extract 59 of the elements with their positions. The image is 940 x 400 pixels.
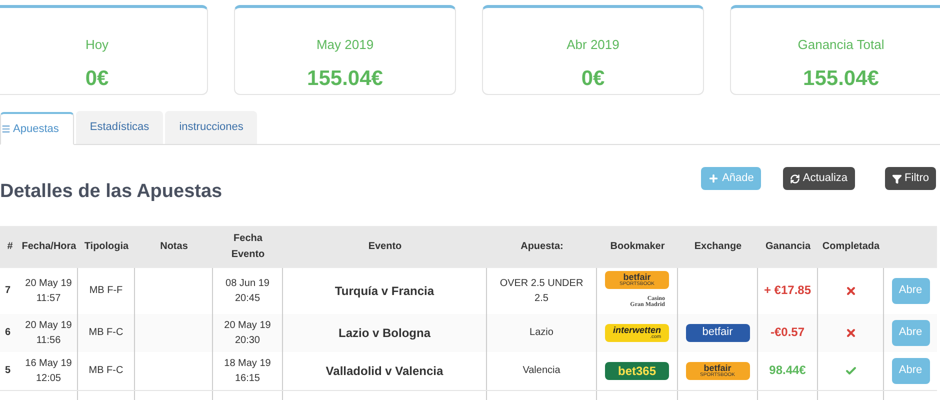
table-cell-text: Valencia [522, 364, 560, 378]
profit-amount: + €17.85 [764, 283, 812, 298]
refresh-button[interactable]: Actualiza [782, 167, 855, 190]
cross-icon [844, 284, 856, 296]
bookmaker-logo: bet365 [605, 362, 669, 380]
column-header: Bookmaker [610, 240, 665, 254]
column-header: Evento [368, 240, 402, 254]
card-label: Abr 2019 [566, 36, 620, 54]
table-cell-text: 16 May 19 12:05 [25, 356, 72, 386]
plus-icon [708, 173, 720, 184]
column-header: # [7, 240, 13, 254]
column-header: Tipologia [84, 240, 129, 254]
table-cell-text: OVER 2.5 UNDER 2.5 [498, 276, 584, 306]
table-cell-text: 08 Jun 19 20:45 [226, 276, 270, 306]
table-cell-text: Lazio [530, 326, 554, 340]
add-button[interactable]: Añade [701, 167, 761, 190]
column-header: Apuesta: [520, 240, 564, 254]
profit-amount: -€0.57 [770, 325, 805, 340]
column-header: Notas [160, 240, 188, 254]
column-header: Exchange [694, 240, 742, 254]
event-name: Turquía v Francia [334, 282, 434, 300]
card-value: 155.04€ [803, 66, 879, 92]
open-button[interactable]: Abre [892, 278, 930, 304]
column-header: Ganancia [765, 240, 811, 254]
refresh-icon [790, 174, 800, 184]
table-cell-text: 20 May 19 11:57 [25, 276, 72, 306]
tab[interactable]: Estadísticas [76, 111, 164, 144]
open-button[interactable]: Abre [892, 358, 930, 384]
card-label: Hoy [85, 36, 109, 54]
profit-amount: 98.44€ [769, 363, 806, 378]
card-label: May 2019 [316, 36, 374, 54]
table-cell-text: 7 [5, 284, 11, 298]
event-name: Valladolid v Valencia [326, 362, 444, 380]
card-value: 0€ [85, 66, 109, 92]
table-cell-text: MB F-F [89, 284, 123, 298]
filter-icon [892, 174, 902, 184]
table-cell-text: MB F-C [88, 326, 124, 340]
page-heading: Detalles de las Apuestas [0, 180, 222, 204]
card-label: Ganancia Total [798, 36, 884, 54]
table-cell-text: MB F-C [88, 364, 124, 378]
cross-icon [844, 326, 856, 338]
column-header: Completada [822, 240, 880, 254]
check-icon [844, 364, 856, 376]
card-value: 0€ [581, 66, 605, 92]
column-header: Fecha/Hora [22, 240, 76, 254]
table-cell-text: 6 [5, 326, 11, 340]
tab[interactable]: Apuestas [0, 112, 74, 145]
open-button[interactable]: Abre [892, 320, 930, 346]
column-header: Fecha Evento [230, 232, 266, 262]
table-cell-text: 5 [5, 364, 11, 378]
exchange-logo: betfair [686, 324, 750, 342]
table-cell-text: 20 May 19 11:56 [25, 318, 72, 348]
card-value: 155.04€ [307, 66, 383, 92]
table-cell-text: 20 May 19 20:30 [224, 318, 271, 348]
table-cell-text: 18 May 19 16:15 [224, 356, 271, 386]
event-name: Lazio v Bologna [338, 324, 430, 342]
tab[interactable]: instrucciones [165, 111, 258, 144]
menu-icon [1, 124, 11, 134]
filter-button[interactable]: Filtro [884, 167, 936, 190]
